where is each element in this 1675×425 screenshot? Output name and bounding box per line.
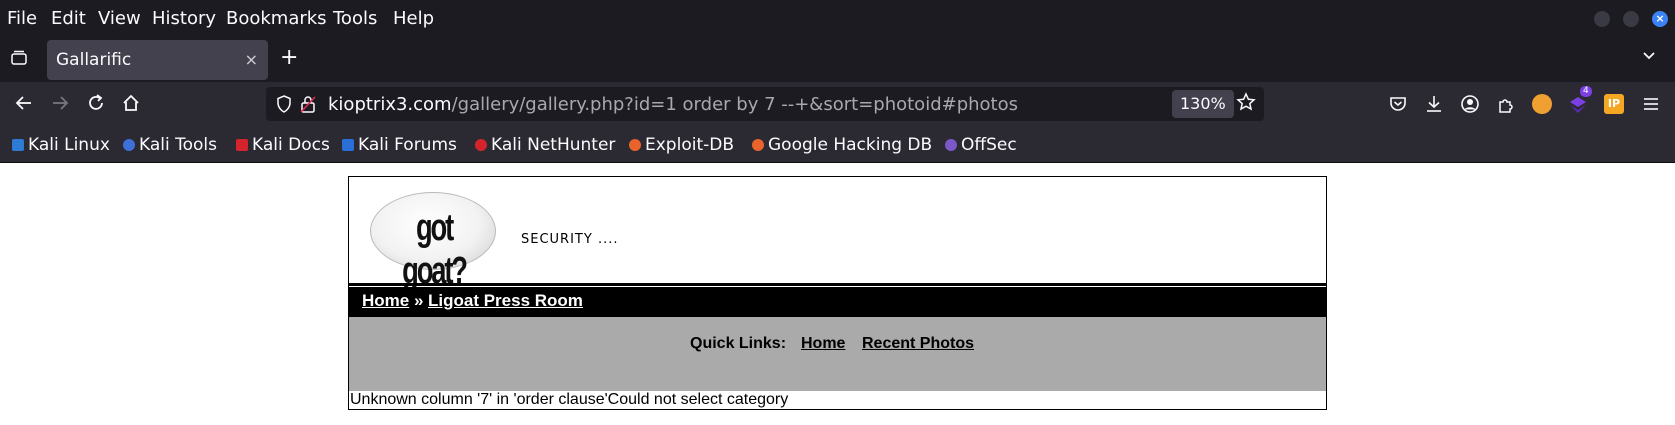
menu-bar: File Edit View History Bookmarks Tools H…	[0, 0, 1675, 37]
zoom-level-button[interactable]: 130%	[1172, 90, 1234, 118]
header-divider	[349, 283, 1326, 286]
hamburger-menu-icon[interactable]	[1641, 94, 1661, 114]
reload-icon[interactable]	[86, 93, 106, 113]
kali-nethunter-icon	[475, 139, 487, 151]
menu-history[interactable]: History	[152, 8, 216, 29]
foxyproxy-extension-icon[interactable]: IP	[1604, 94, 1624, 114]
quick-links-label: Quick Links:	[690, 335, 787, 352]
bookmark-star-icon[interactable]	[1236, 92, 1256, 112]
exploit-db-icon	[629, 139, 641, 151]
menu-help[interactable]: Help	[393, 8, 434, 29]
bookmark-google-hacking-db[interactable]: Google Hacking DB	[752, 135, 932, 155]
bookmark-kali-forums[interactable]: Kali Forums	[342, 135, 457, 155]
quick-link-home[interactable]: Home	[801, 335, 845, 353]
kali-docs-icon	[236, 139, 248, 151]
bookmark-label: Kali Linux	[28, 135, 110, 155]
site-tagline: SECURITY ....	[521, 232, 619, 247]
bookmark-label: Exploit-DB	[645, 135, 734, 155]
bookmarks-bar: Kali Linux Kali Tools Kali Docs Kali For…	[0, 128, 1675, 163]
menu-bookmarks[interactable]: Bookmarks	[226, 8, 327, 29]
downloads-icon[interactable]	[1424, 94, 1444, 114]
site-header: got goat? SECURITY ....	[349, 177, 1326, 292]
new-tab-button[interactable]: +	[280, 45, 298, 70]
breadcrumb-separator: »	[414, 291, 424, 310]
menu-tools[interactable]: Tools	[333, 8, 377, 29]
bookmark-label: Google Hacking DB	[768, 135, 933, 155]
minimize-button[interactable]	[1594, 11, 1610, 27]
bookmark-kali-tools[interactable]: Kali Tools	[123, 135, 217, 155]
breadcrumb-current-link[interactable]: Ligoat Press Room	[428, 291, 583, 311]
tab-gallarific[interactable]: Gallarific ×	[47, 40, 268, 80]
tab-list-icon[interactable]	[10, 49, 28, 67]
home-icon[interactable]	[121, 93, 141, 113]
wappalyzer-extension-icon[interactable]: 4	[1568, 86, 1592, 114]
bookmark-offsec[interactable]: OffSec	[945, 135, 1017, 155]
breadcrumb-home-link[interactable]: Home	[362, 291, 409, 311]
forward-icon[interactable]	[50, 93, 70, 113]
extension-badge: 4	[1580, 86, 1592, 97]
got-goat-logo[interactable]: got goat?	[370, 192, 496, 292]
account-icon[interactable]	[1460, 94, 1480, 114]
tab-close-icon[interactable]: ×	[245, 50, 258, 69]
menu-edit[interactable]: Edit	[51, 8, 86, 29]
shield-icon[interactable]	[276, 95, 292, 113]
insecure-lock-icon[interactable]	[300, 95, 316, 113]
bookmark-label: Kali NetHunter	[491, 135, 616, 155]
sql-error-message: Unknown column '7' in 'order clause'Coul…	[350, 391, 789, 408]
url-bar[interactable]: kioptrix3.com/gallery/gallery.php?id=1 o…	[266, 87, 1264, 121]
kali-tools-icon	[123, 139, 135, 151]
maximize-button[interactable]	[1623, 11, 1639, 27]
bookmark-kali-nethunter[interactable]: Kali NetHunter	[475, 135, 615, 155]
bookmark-label: Kali Tools	[139, 135, 217, 155]
bookmark-label: Kali Docs	[252, 135, 330, 155]
gallery-page: got goat? SECURITY .... Home » Ligoat Pr…	[348, 176, 1327, 410]
quick-link-recent-photos[interactable]: Recent Photos	[862, 335, 974, 353]
logo-text: got goat?	[402, 207, 468, 292]
back-icon[interactable]	[14, 93, 34, 113]
offsec-icon	[945, 139, 957, 151]
url-path: /gallery/gallery.php?id=1 order by 7 --+…	[451, 94, 1018, 115]
navigation-bar: kioptrix3.com/gallery/gallery.php?id=1 o…	[0, 82, 1675, 128]
quick-links-bar: Quick Links: Home Recent Photos	[349, 317, 1326, 391]
pocket-icon[interactable]	[1388, 94, 1408, 114]
bookmark-kali-linux[interactable]: Kali Linux	[12, 135, 110, 155]
url-text[interactable]: kioptrix3.com/gallery/gallery.php?id=1 o…	[328, 94, 1018, 115]
tab-bar: Gallarific × +	[0, 37, 1675, 82]
bookmark-label: Kali Forums	[358, 135, 457, 155]
bookmark-exploit-db[interactable]: Exploit-DB	[629, 135, 734, 155]
extensions-icon[interactable]	[1496, 94, 1516, 114]
kali-linux-icon	[12, 139, 24, 151]
menu-view[interactable]: View	[98, 8, 141, 29]
chevron-down-icon[interactable]	[1641, 47, 1657, 63]
cookie-extension-icon[interactable]	[1532, 94, 1552, 114]
kali-forums-icon	[342, 139, 354, 151]
breadcrumb: Home » Ligoat Press Room	[349, 287, 1326, 317]
window-close-button[interactable]: ×	[1652, 11, 1668, 27]
google-hacking-db-icon	[752, 139, 764, 151]
tab-title: Gallarific	[56, 50, 132, 70]
url-host: kioptrix3.com	[328, 94, 452, 115]
menu-file[interactable]: File	[7, 8, 37, 29]
bookmark-kali-docs[interactable]: Kali Docs	[236, 135, 330, 155]
bookmark-label: OffSec	[961, 135, 1017, 155]
